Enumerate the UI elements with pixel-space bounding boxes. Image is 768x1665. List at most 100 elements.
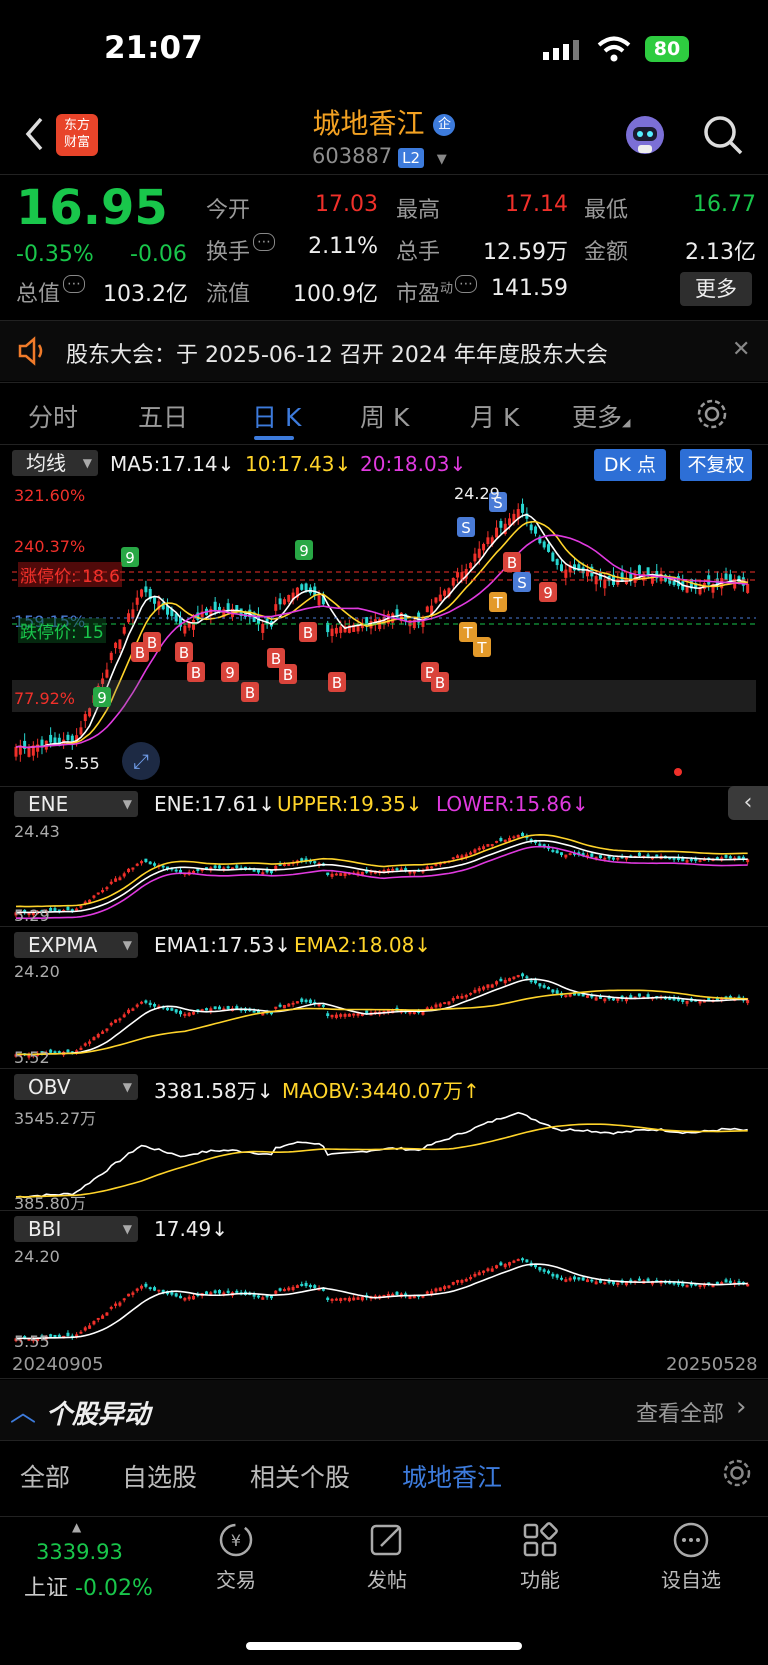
candle	[261, 872, 265, 875]
view-all-link[interactable]: 查看全部	[636, 1396, 724, 1428]
nav-trade-label: 交易	[216, 1568, 256, 1592]
search-icon[interactable]	[702, 114, 744, 160]
candle	[698, 1284, 702, 1287]
candle	[217, 1290, 221, 1294]
nav-trade[interactable]: ¥ 交易	[171, 1520, 301, 1593]
candle	[551, 989, 555, 993]
speaker-icon	[16, 335, 48, 371]
notice-bar[interactable]: 股东大会：于 2025-06-12 召开 2024 年年度股东大会 ✕	[0, 321, 768, 381]
expma-selector[interactable]: EXPMA ▼	[14, 932, 138, 958]
candle	[343, 1298, 347, 1300]
more-button[interactable]: 更多	[680, 272, 752, 306]
close-icon[interactable]: ✕	[732, 337, 750, 362]
candle	[616, 857, 620, 860]
ma-selector[interactable]: 均线 ▼	[12, 450, 98, 476]
chart-settings-icon[interactable]	[696, 398, 728, 434]
candle	[300, 584, 304, 590]
tab-weekly-k[interactable]: 周 K	[360, 398, 409, 434]
movers-header[interactable]: ︿ 个股异动 查看全部 ›	[0, 1380, 768, 1440]
subtab-settings-icon[interactable]	[722, 1458, 752, 1492]
float-value: 100.9亿	[293, 282, 378, 307]
candle	[637, 852, 641, 857]
candle	[356, 1297, 360, 1300]
tab-monthly-k[interactable]: 月 K	[470, 398, 519, 434]
candle	[499, 838, 503, 841]
candle	[153, 1003, 157, 1007]
candle	[334, 627, 338, 634]
ene-selector[interactable]: ENE ▼	[14, 791, 138, 817]
candle	[308, 1284, 312, 1288]
candle	[14, 746, 18, 757]
obv-selector[interactable]: OBV ▼	[14, 1074, 138, 1100]
bbi-selector[interactable]: BBI ▼	[14, 1216, 138, 1242]
candle	[135, 1288, 139, 1291]
candle	[256, 1295, 260, 1298]
nav-add-watchlist[interactable]: 设自选	[626, 1520, 756, 1593]
max-price-label: 24.29	[454, 484, 500, 503]
tab-five-day[interactable]: 五日	[138, 398, 188, 434]
ema2-line	[15, 989, 748, 1056]
signal-marker-label: B	[332, 674, 342, 692]
robot-assistant-icon[interactable]	[622, 112, 668, 162]
candle	[326, 872, 330, 875]
no-adjust-button[interactable]: 不复权	[680, 449, 752, 481]
bbi-axis-bottom: 5.55	[14, 1332, 50, 1351]
dk-point-button[interactable]: DK 点	[594, 449, 666, 481]
subtab-stock[interactable]: 城地香江	[402, 1458, 502, 1494]
candle	[92, 1321, 96, 1325]
dropdown-icon: ▼	[122, 938, 132, 952]
info-icon[interactable]: ⋯	[455, 275, 478, 293]
candle	[282, 1005, 286, 1009]
subtab-watchlist[interactable]: 自选股	[122, 1458, 197, 1494]
candle	[140, 1285, 144, 1289]
candle	[525, 976, 529, 979]
candlestick-chart[interactable]: BBBBBBBBBBBTTTSSSB9 9999	[12, 482, 756, 782]
index-change: -0.02%	[75, 1576, 153, 1601]
candle	[464, 1278, 468, 1282]
candle	[278, 1288, 282, 1291]
tab-more[interactable]: 更多◢	[572, 398, 630, 434]
info-icon[interactable]: ⋯	[253, 233, 276, 251]
collapse-side-icon[interactable]: ‹	[728, 786, 768, 820]
candle	[698, 1000, 702, 1004]
turnover-value: 2.11%	[308, 234, 378, 259]
candle	[395, 868, 399, 871]
expma-chart	[14, 972, 750, 1060]
candle	[503, 1263, 507, 1268]
expand-icon[interactable]: ⤢	[122, 742, 160, 780]
tab-intraday[interactable]: 分时	[28, 398, 78, 434]
candle	[594, 1281, 598, 1285]
subtab-all[interactable]: 全部	[20, 1458, 70, 1494]
candle	[469, 992, 473, 995]
candle	[689, 858, 693, 861]
candle	[547, 987, 551, 990]
nav-post[interactable]: 发帖	[322, 1520, 452, 1593]
nav-functions[interactable]: 功能	[475, 1520, 605, 1593]
candle	[135, 1004, 139, 1007]
candle	[360, 1296, 364, 1301]
signal-marker-label: 9	[125, 549, 135, 567]
candle	[192, 619, 196, 630]
candle	[408, 1295, 412, 1299]
candle	[560, 564, 564, 572]
candle	[135, 863, 139, 866]
tab-daily-k[interactable]: 日 K	[252, 398, 301, 434]
info-icon[interactable]: ⋯	[63, 275, 86, 293]
candle	[334, 1298, 338, 1301]
candle	[434, 597, 438, 603]
candle	[473, 553, 477, 562]
candle	[434, 1004, 438, 1008]
stock-code-row[interactable]: 603887 L2 ▼	[312, 144, 447, 168]
candle	[304, 1282, 308, 1287]
candle	[408, 619, 412, 627]
candle	[352, 1013, 356, 1016]
candle	[166, 1007, 170, 1011]
stock-code: 603887	[312, 144, 393, 168]
turnover-label: 换手 ⋯	[206, 233, 276, 266]
index-widget[interactable]: ▲ 3339.93 上证 -0.02%	[0, 1518, 160, 1628]
candle	[356, 1013, 360, 1016]
candle	[153, 1287, 157, 1291]
subtab-related[interactable]: 相关个股	[250, 1458, 350, 1494]
candle	[611, 998, 615, 1001]
candle	[469, 1276, 473, 1280]
